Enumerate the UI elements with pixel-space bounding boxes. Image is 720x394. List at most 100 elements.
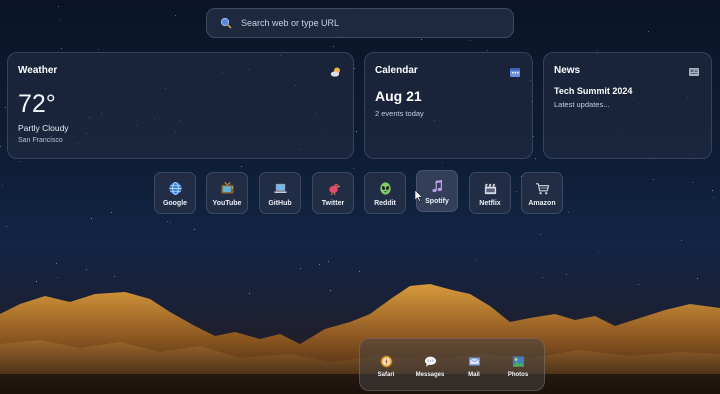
weather-location: San Francisco — [18, 137, 63, 144]
shortcut-amazon[interactable]: Amazon — [521, 172, 563, 214]
star — [20, 161, 21, 162]
compass-icon — [380, 355, 392, 368]
star — [56, 263, 57, 264]
alien-icon — [379, 182, 391, 195]
dock-item-label: Safari — [377, 372, 395, 378]
star — [194, 229, 195, 230]
bird-icon — [328, 184, 341, 196]
star — [91, 218, 92, 219]
dock-item-label: Mail — [468, 372, 480, 378]
star — [175, 15, 176, 16]
news-subtitle: Latest updates... — [554, 100, 610, 109]
dock-item-mail[interactable]: Mail — [454, 355, 494, 378]
star — [421, 39, 422, 40]
search-input[interactable] — [241, 18, 491, 28]
dock-item-photos[interactable]: Photos — [498, 355, 538, 378]
dock: Safari Messages Mail Photos — [359, 338, 545, 391]
dock-item-label: Messages — [415, 372, 445, 378]
laptop-icon — [273, 183, 287, 193]
weather-condition: Partly Cloudy — [18, 123, 69, 133]
star — [167, 221, 168, 222]
star — [713, 197, 714, 198]
star — [98, 49, 99, 50]
star — [533, 136, 534, 137]
star — [568, 212, 569, 213]
star — [0, 146, 1, 147]
shortcut-github[interactable]: GitHub — [259, 172, 301, 214]
shortcut-reddit[interactable]: Reddit — [364, 172, 406, 214]
star — [6, 226, 7, 227]
shortcut-label: Amazon — [528, 200, 556, 207]
chat-bubble-icon — [424, 356, 436, 367]
photo-icon — [512, 356, 524, 367]
weather-temperature: 72° — [18, 90, 56, 118]
star — [712, 190, 713, 191]
star — [241, 166, 242, 167]
star — [354, 68, 355, 69]
dock-item-messages[interactable]: Messages — [410, 355, 450, 378]
weather-title: Weather — [18, 65, 58, 76]
star — [681, 240, 682, 241]
star — [333, 46, 334, 47]
star — [470, 40, 471, 41]
star — [653, 179, 654, 180]
star — [319, 264, 320, 265]
star — [535, 158, 536, 159]
calendar-widget[interactable]: Calendar Aug 21 2 events today — [364, 52, 533, 159]
shortcut-label: Twitter — [321, 200, 345, 207]
star — [516, 191, 517, 192]
star — [61, 48, 62, 49]
star — [59, 20, 60, 21]
shortcut-label: Spotify — [425, 198, 449, 205]
globe-icon — [168, 181, 182, 196]
star — [58, 6, 59, 7]
star — [353, 168, 354, 169]
star — [86, 269, 87, 270]
shortcut-label: Reddit — [374, 200, 396, 207]
cart-icon — [535, 183, 549, 195]
star — [170, 222, 171, 223]
partly-cloudy-icon — [330, 67, 340, 77]
star — [359, 271, 360, 272]
calendar-events-count: 2 events today — [375, 109, 424, 118]
shortcut-label: Google — [162, 200, 188, 207]
shortcut-google[interactable]: Google — [154, 172, 196, 214]
star — [540, 234, 541, 235]
newspaper-icon — [689, 68, 699, 76]
star — [475, 260, 476, 261]
clapper-icon — [484, 183, 496, 195]
music-note-icon — [431, 179, 442, 193]
news-title: News — [554, 65, 581, 76]
shortcut-netflix[interactable]: Netflix — [469, 172, 511, 214]
star — [2, 185, 3, 186]
shortcut-twitter[interactable]: Twitter — [312, 172, 354, 214]
star — [598, 252, 599, 253]
search-bar[interactable] — [206, 8, 514, 38]
star — [597, 50, 598, 51]
shortcut-label: YouTube — [212, 200, 242, 207]
calendar-icon — [510, 68, 520, 77]
news-headline: Tech Summit 2024 — [554, 86, 633, 96]
star — [648, 31, 649, 32]
star — [111, 212, 112, 213]
tv-icon — [220, 182, 234, 194]
star — [300, 268, 301, 269]
star — [328, 261, 329, 262]
mail-icon — [468, 357, 480, 366]
star — [5, 107, 6, 108]
star — [356, 131, 357, 132]
calendar-date: Aug 21 — [375, 88, 422, 104]
calendar-title: Calendar — [375, 65, 418, 76]
shortcut-label: GitHub — [268, 200, 292, 207]
shortcut-youtube[interactable]: YouTube — [206, 172, 248, 214]
news-widget[interactable]: News Tech Summit 2024 Latest updates... — [543, 52, 712, 159]
weather-widget[interactable]: Weather 72° Partly Cloudy San Francisco — [7, 52, 354, 159]
shortcut-label: Netflix — [479, 200, 501, 207]
star — [487, 50, 488, 51]
star — [692, 182, 693, 183]
search-icon — [220, 17, 232, 29]
dock-item-label: Photos — [507, 372, 529, 378]
star — [442, 162, 443, 163]
mouse-cursor — [415, 190, 423, 202]
dock-item-safari[interactable]: Safari — [366, 355, 406, 378]
